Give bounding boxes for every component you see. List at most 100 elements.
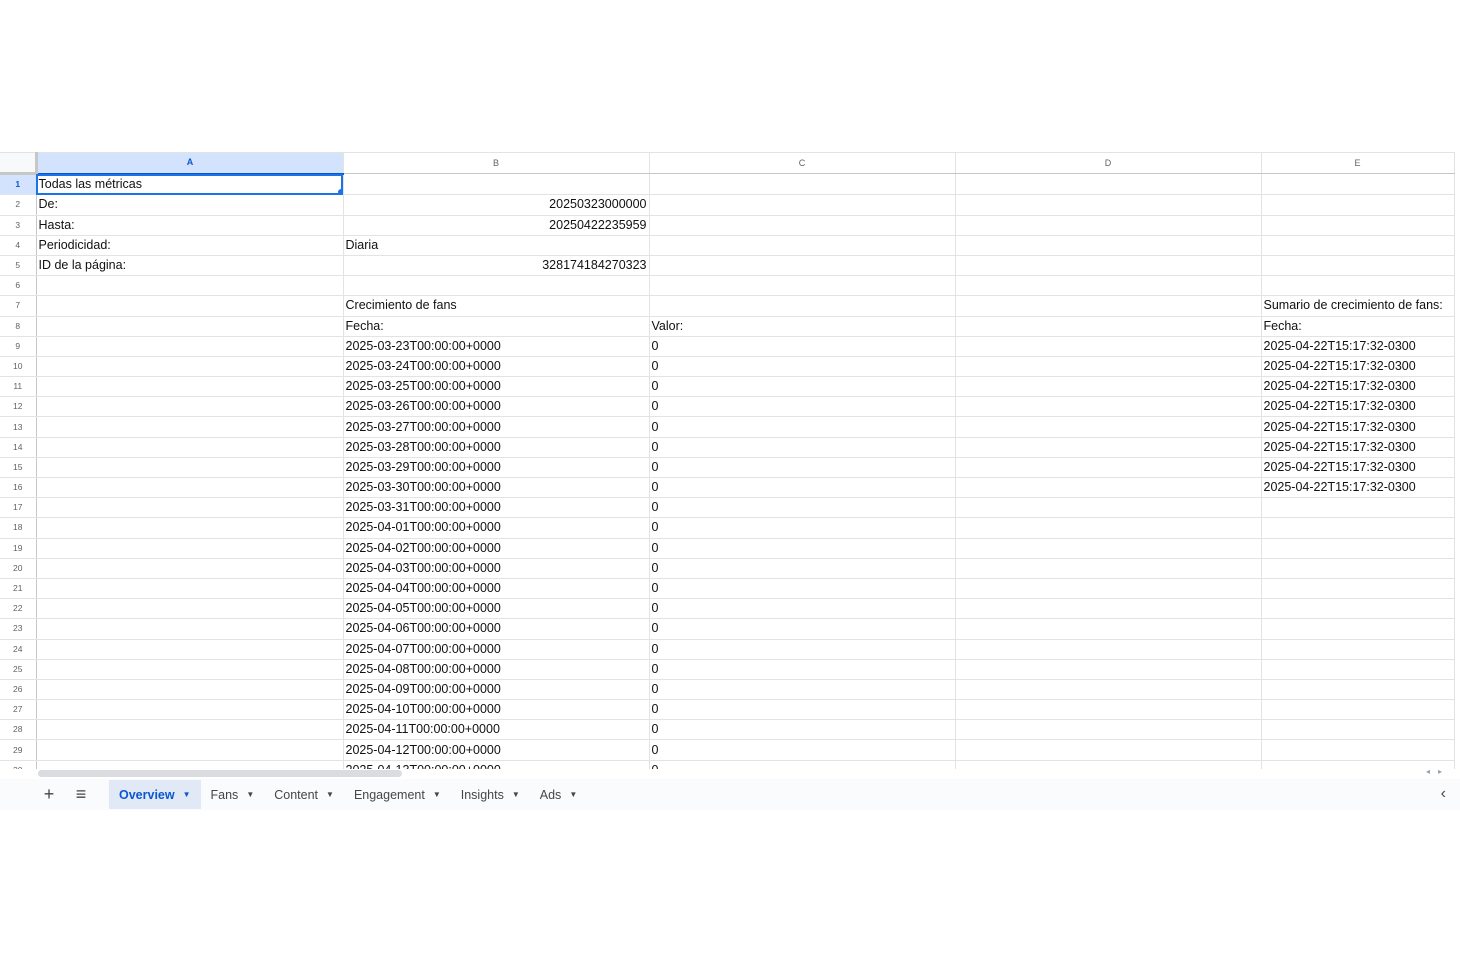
- cell-c27[interactable]: 0: [649, 699, 956, 721]
- cell-b25[interactable]: 2025-04-08T00:00:00+0000: [343, 659, 650, 680]
- cell-a12[interactable]: [36, 396, 344, 418]
- cell-d23[interactable]: [955, 618, 1262, 640]
- cell-d27[interactable]: [955, 699, 1262, 721]
- caret-down-icon[interactable]: ▼: [326, 790, 334, 799]
- row-header[interactable]: 24: [0, 639, 37, 660]
- row-header[interactable]: 8: [0, 316, 37, 337]
- cell-b16[interactable]: 2025-03-30T00:00:00+0000: [343, 477, 650, 499]
- row-header[interactable]: 20: [0, 558, 37, 579]
- cell-e29[interactable]: [1261, 739, 1455, 761]
- cell-b17[interactable]: 2025-03-31T00:00:00+0000: [343, 497, 650, 519]
- cell-b10[interactable]: 2025-03-24T00:00:00+0000: [343, 356, 650, 378]
- select-all-corner[interactable]: [0, 152, 38, 176]
- cell-b7[interactable]: Crecimiento de fans: [343, 295, 650, 317]
- row-header[interactable]: 7: [0, 295, 37, 317]
- column-header-e[interactable]: E: [1261, 152, 1455, 175]
- tab-content[interactable]: Content ▼: [264, 780, 344, 809]
- cell-c18[interactable]: 0: [649, 517, 956, 539]
- cell-a17[interactable]: [36, 497, 344, 519]
- row-header[interactable]: 16: [0, 477, 37, 499]
- cell-c17[interactable]: 0: [649, 497, 956, 519]
- column-header-d[interactable]: D: [955, 152, 1262, 175]
- cell-a23[interactable]: [36, 618, 344, 640]
- cell-a21[interactable]: [36, 578, 344, 600]
- cell-e24[interactable]: [1261, 639, 1455, 660]
- caret-down-icon[interactable]: ▼: [512, 790, 520, 799]
- cell-e11[interactable]: 2025-04-22T15:17:32-0300: [1261, 376, 1455, 398]
- cell-d8[interactable]: [955, 316, 1262, 337]
- cell-e22[interactable]: [1261, 598, 1455, 620]
- cell-d6[interactable]: [955, 275, 1262, 297]
- row-header[interactable]: 12: [0, 396, 37, 418]
- cell-e8[interactable]: Fecha:: [1261, 316, 1455, 337]
- cell-e28[interactable]: [1261, 719, 1455, 741]
- cell-c16[interactable]: 0: [649, 477, 956, 499]
- cell-d20[interactable]: [955, 558, 1262, 579]
- cell-c29[interactable]: 0: [649, 739, 956, 761]
- cell-d22[interactable]: [955, 598, 1262, 620]
- cell-c30[interactable]: 0: [649, 760, 956, 769]
- cell-e13[interactable]: 2025-04-22T15:17:32-0300: [1261, 416, 1455, 438]
- caret-down-icon[interactable]: ▼: [183, 790, 191, 799]
- tab-ads[interactable]: Ads ▼: [530, 780, 587, 809]
- cell-b21[interactable]: 2025-04-04T00:00:00+0000: [343, 578, 650, 600]
- cell-a14[interactable]: [36, 437, 344, 458]
- cell-d1[interactable]: [955, 173, 1262, 196]
- cell-a8[interactable]: [36, 316, 344, 337]
- row-header[interactable]: 26: [0, 679, 37, 701]
- cell-a9[interactable]: [36, 336, 344, 357]
- cell-b3[interactable]: 20250422235959: [343, 215, 650, 236]
- cell-d13[interactable]: [955, 416, 1262, 438]
- cell-c2[interactable]: [649, 194, 956, 216]
- cell-e21[interactable]: [1261, 578, 1455, 600]
- cell-e1[interactable]: [1261, 173, 1455, 196]
- cell-a26[interactable]: [36, 679, 344, 701]
- cell-a30[interactable]: [36, 760, 344, 769]
- cell-b12[interactable]: 2025-03-26T00:00:00+0000: [343, 396, 650, 418]
- cell-b13[interactable]: 2025-03-27T00:00:00+0000: [343, 416, 650, 438]
- cell-a2[interactable]: De:: [36, 194, 344, 216]
- tab-engagement[interactable]: Engagement ▼: [344, 780, 451, 809]
- cell-d14[interactable]: [955, 437, 1262, 458]
- cell-d28[interactable]: [955, 719, 1262, 741]
- cell-b11[interactable]: 2025-03-25T00:00:00+0000: [343, 376, 650, 398]
- cell-c24[interactable]: 0: [649, 639, 956, 660]
- cell-c8[interactable]: Valor:: [649, 316, 956, 337]
- cell-b24[interactable]: 2025-04-07T00:00:00+0000: [343, 639, 650, 660]
- cell-a28[interactable]: [36, 719, 344, 741]
- cell-e12[interactable]: 2025-04-22T15:17:32-0300: [1261, 396, 1455, 418]
- cell-e17[interactable]: [1261, 497, 1455, 519]
- cell-e23[interactable]: [1261, 618, 1455, 640]
- cell-a6[interactable]: [36, 275, 344, 297]
- cell-a5[interactable]: ID de la página:: [36, 255, 344, 277]
- row-header[interactable]: 27: [0, 699, 37, 721]
- plus-icon[interactable]: +: [33, 779, 65, 810]
- cell-a25[interactable]: [36, 659, 344, 680]
- row-header[interactable]: 6: [0, 275, 37, 297]
- cell-b5[interactable]: 328174184270323: [343, 255, 650, 277]
- row-header[interactable]: 18: [0, 517, 37, 539]
- row-header[interactable]: 1: [0, 173, 37, 196]
- cell-a29[interactable]: [36, 739, 344, 761]
- tab-insights[interactable]: Insights ▼: [451, 780, 530, 809]
- cell-d29[interactable]: [955, 739, 1262, 761]
- cell-c4[interactable]: [649, 235, 956, 256]
- cell-a18[interactable]: [36, 517, 344, 539]
- cell-e5[interactable]: [1261, 255, 1455, 277]
- cell-c10[interactable]: 0: [649, 356, 956, 378]
- fill-handle[interactable]: [337, 189, 342, 194]
- cell-c14[interactable]: 0: [649, 437, 956, 458]
- cell-d7[interactable]: [955, 295, 1262, 317]
- cell-c7[interactable]: [649, 295, 956, 317]
- horizontal-scrollbar[interactable]: ◂▸: [0, 767, 1460, 779]
- row-header[interactable]: 3: [0, 215, 37, 236]
- cell-d5[interactable]: [955, 255, 1262, 277]
- cell-b15[interactable]: 2025-03-29T00:00:00+0000: [343, 457, 650, 479]
- cell-b6[interactable]: [343, 275, 650, 297]
- row-header[interactable]: 2: [0, 194, 37, 216]
- row-header[interactable]: 14: [0, 437, 37, 458]
- column-header-a[interactable]: A: [36, 152, 344, 175]
- cell-b20[interactable]: 2025-04-03T00:00:00+0000: [343, 558, 650, 579]
- cell-e20[interactable]: [1261, 558, 1455, 579]
- cell-a15[interactable]: [36, 457, 344, 479]
